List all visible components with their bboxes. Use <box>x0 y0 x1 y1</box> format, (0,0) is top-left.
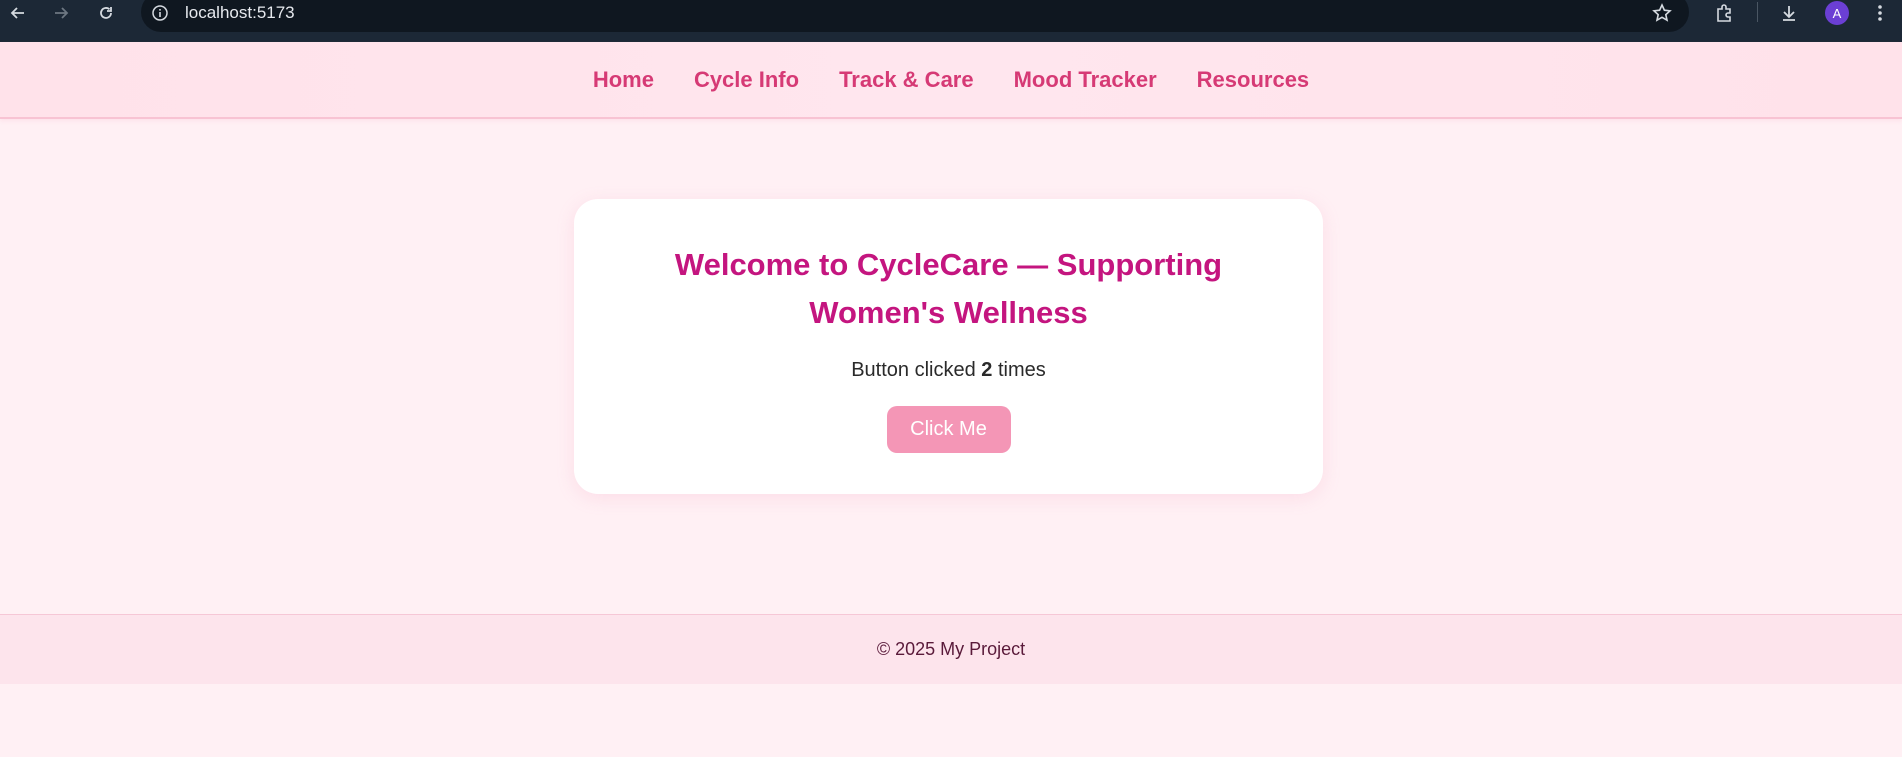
menu-kebab-icon[interactable] <box>1865 0 1895 26</box>
browser-toolbar: localhost:5173 A <box>0 0 1902 43</box>
reload-icon[interactable] <box>91 0 121 26</box>
page-title: Welcome to CycleCare — Supporting Women'… <box>674 247 1223 330</box>
nav-link-home[interactable]: Home <box>593 67 654 93</box>
back-arrow-icon[interactable] <box>3 0 33 26</box>
download-icon[interactable] <box>1774 0 1804 26</box>
nav-link-track-care[interactable]: Track & Care <box>839 67 974 93</box>
site-info-icon[interactable] <box>147 0 173 26</box>
welcome-card: Welcome to CycleCare — Supporting Women'… <box>574 199 1323 494</box>
counter-suffix: times <box>997 359 1046 381</box>
nav-link-resources[interactable]: Resources <box>1197 67 1310 93</box>
click-me-button[interactable]: Click Me <box>886 406 1011 453</box>
extensions-icon[interactable] <box>1709 0 1739 26</box>
site-header: Home Cycle Info Track & Care Mood Tracke… <box>0 42 1902 119</box>
forward-arrow-icon[interactable] <box>46 0 76 26</box>
nav-link-cycle-info[interactable]: Cycle Info <box>694 67 799 93</box>
address-bar[interactable] <box>141 0 1689 32</box>
url-text[interactable]: localhost:5173 <box>185 3 295 23</box>
nav-link-mood-tracker[interactable]: Mood Tracker <box>1014 67 1157 93</box>
footer-copyright: © 2025 My Project <box>876 639 1026 659</box>
counter-prefix: Button clicked <box>851 359 976 381</box>
click-counter: Button clicked 2 times <box>574 359 1323 382</box>
profile-avatar[interactable]: A <box>1825 1 1849 25</box>
counter-value: 2 <box>981 359 993 381</box>
toolbar-divider <box>1757 2 1758 22</box>
main-nav: Home Cycle Info Track & Care Mood Tracke… <box>0 42 1902 117</box>
bookmark-star-icon[interactable] <box>1647 0 1677 26</box>
site-footer: © 2025 My Project <box>0 614 1902 684</box>
